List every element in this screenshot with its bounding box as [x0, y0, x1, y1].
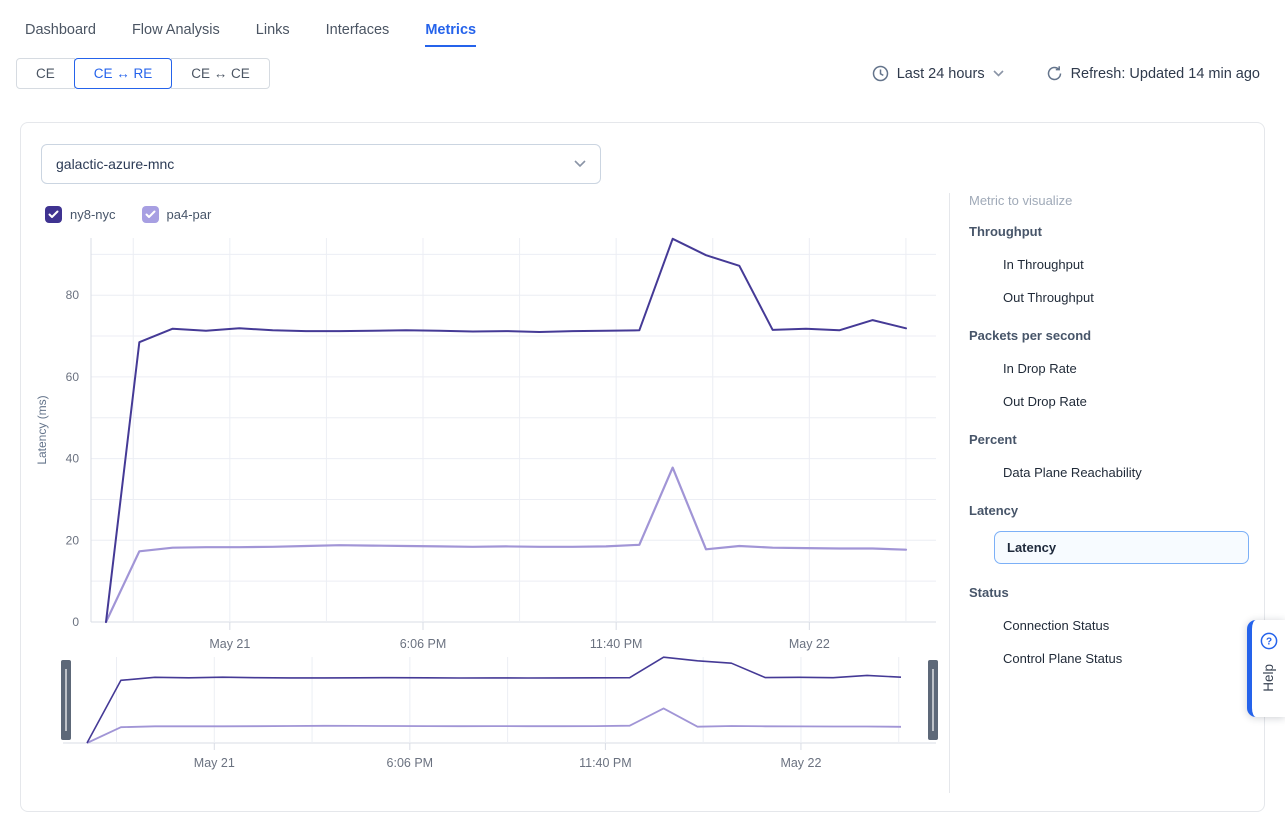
metric-option-control-plane-status[interactable]: Control Plane Status — [1003, 651, 1269, 666]
nav-interfaces[interactable]: Interfaces — [326, 22, 390, 47]
sidebar-title: Metric to visualize — [969, 193, 1269, 208]
svg-text:11:40 PM: 11:40 PM — [590, 637, 643, 651]
svg-text:0: 0 — [72, 615, 79, 629]
svg-text:May 22: May 22 — [789, 637, 830, 651]
metric-option-connection-status[interactable]: Connection Status — [1003, 618, 1269, 633]
metric-option-out-drop-rate[interactable]: Out Drop Rate — [1003, 394, 1269, 409]
svg-text:6:06 PM: 6:06 PM — [387, 756, 434, 770]
metric-option-in-drop-rate[interactable]: In Drop Rate — [1003, 361, 1269, 376]
latency-line-chart: 0 20 40 60 80 May 21 6:06 PM 11:40 PM May 22 Late… — [21, 223, 966, 783]
metric-option-out-throughput[interactable]: Out Throughput — [1003, 290, 1269, 305]
question-circle-icon: ? — [1260, 632, 1278, 655]
chevron-down-icon — [574, 155, 586, 173]
segment-ce[interactable]: CE — [16, 58, 75, 89]
time-range-selector[interactable]: Last 24 hours — [872, 65, 1004, 82]
group-heading-packets: Packets per second — [969, 328, 1269, 343]
svg-text:Latency (ms): Latency (ms) — [35, 395, 49, 464]
time-range-label: Last 24 hours — [897, 66, 985, 82]
legend-item-pa4-par: pa4-par — [142, 206, 212, 223]
svg-text:80: 80 — [66, 288, 80, 302]
nav-links[interactable]: Links — [256, 22, 290, 47]
node-select-value: galactic-azure-mnc — [56, 156, 174, 172]
nav-metrics[interactable]: Metrics — [425, 22, 476, 47]
legend-label: pa4-par — [167, 207, 212, 222]
series-legend: ny8-nyc pa4-par — [45, 206, 211, 223]
top-nav: Dashboard Flow Analysis Links Interfaces… — [0, 0, 1285, 47]
metric-option-data-plane-reachability[interactable]: Data Plane Reachability — [1003, 465, 1269, 480]
toolbar-right: Last 24 hours Refresh: Updated 14 min ag… — [872, 65, 1260, 82]
refresh-icon — [1046, 65, 1063, 82]
metric-option-latency-selected[interactable]: Latency — [994, 531, 1249, 564]
segment-ce-re[interactable]: CE ↔ RE — [74, 58, 173, 89]
checkbox-ny8-nyc[interactable] — [45, 206, 62, 223]
checkbox-pa4-par[interactable] — [142, 206, 159, 223]
refresh-label: Refresh: Updated 14 min ago — [1071, 66, 1260, 82]
svg-text:6:06 PM: 6:06 PM — [400, 637, 447, 651]
group-heading-latency: Latency — [969, 503, 1269, 518]
svg-text:20: 20 — [66, 533, 80, 547]
help-label: Help — [1261, 664, 1276, 692]
clock-icon — [872, 65, 889, 82]
metrics-card: galactic-azure-mnc ny8-nyc pa4-par 0 20 40… — [20, 122, 1265, 812]
group-heading-status: Status — [969, 585, 1269, 600]
latency-chart-area: 0 20 40 60 80 May 21 6:06 PM 11:40 PM May 22 Late… — [21, 223, 966, 783]
svg-text:60: 60 — [66, 370, 80, 384]
svg-text:May 22: May 22 — [780, 756, 821, 770]
nav-flow-analysis[interactable]: Flow Analysis — [132, 22, 220, 47]
connection-type-segmented-control: CE CE ↔ RE CE ↔ CE — [16, 58, 270, 89]
chevron-down-icon — [993, 70, 1004, 77]
metric-sidebar: Metric to visualize Throughput In Throug… — [969, 193, 1269, 666]
filter-row: CE CE ↔ RE CE ↔ CE Last 24 hours — [16, 58, 1260, 89]
nav-dashboard[interactable]: Dashboard — [25, 22, 96, 47]
segment-ce-ce[interactable]: CE ↔ CE — [171, 58, 270, 89]
svg-text:40: 40 — [66, 452, 80, 466]
refresh-control[interactable]: Refresh: Updated 14 min ago — [1046, 65, 1260, 82]
svg-text:May 21: May 21 — [209, 637, 250, 651]
svg-text:May 21: May 21 — [194, 756, 235, 770]
help-button[interactable]: ? Help — [1247, 620, 1285, 717]
panel-divider — [949, 193, 950, 793]
svg-text:?: ? — [1265, 637, 1271, 648]
group-heading-throughput: Throughput — [969, 224, 1269, 239]
legend-item-ny8-nyc: ny8-nyc — [45, 206, 116, 223]
legend-label: ny8-nyc — [70, 207, 116, 222]
svg-text:11:40 PM: 11:40 PM — [579, 756, 632, 770]
metric-option-in-throughput[interactable]: In Throughput — [1003, 257, 1269, 272]
node-select[interactable]: galactic-azure-mnc — [41, 144, 601, 184]
group-heading-percent: Percent — [969, 432, 1269, 447]
